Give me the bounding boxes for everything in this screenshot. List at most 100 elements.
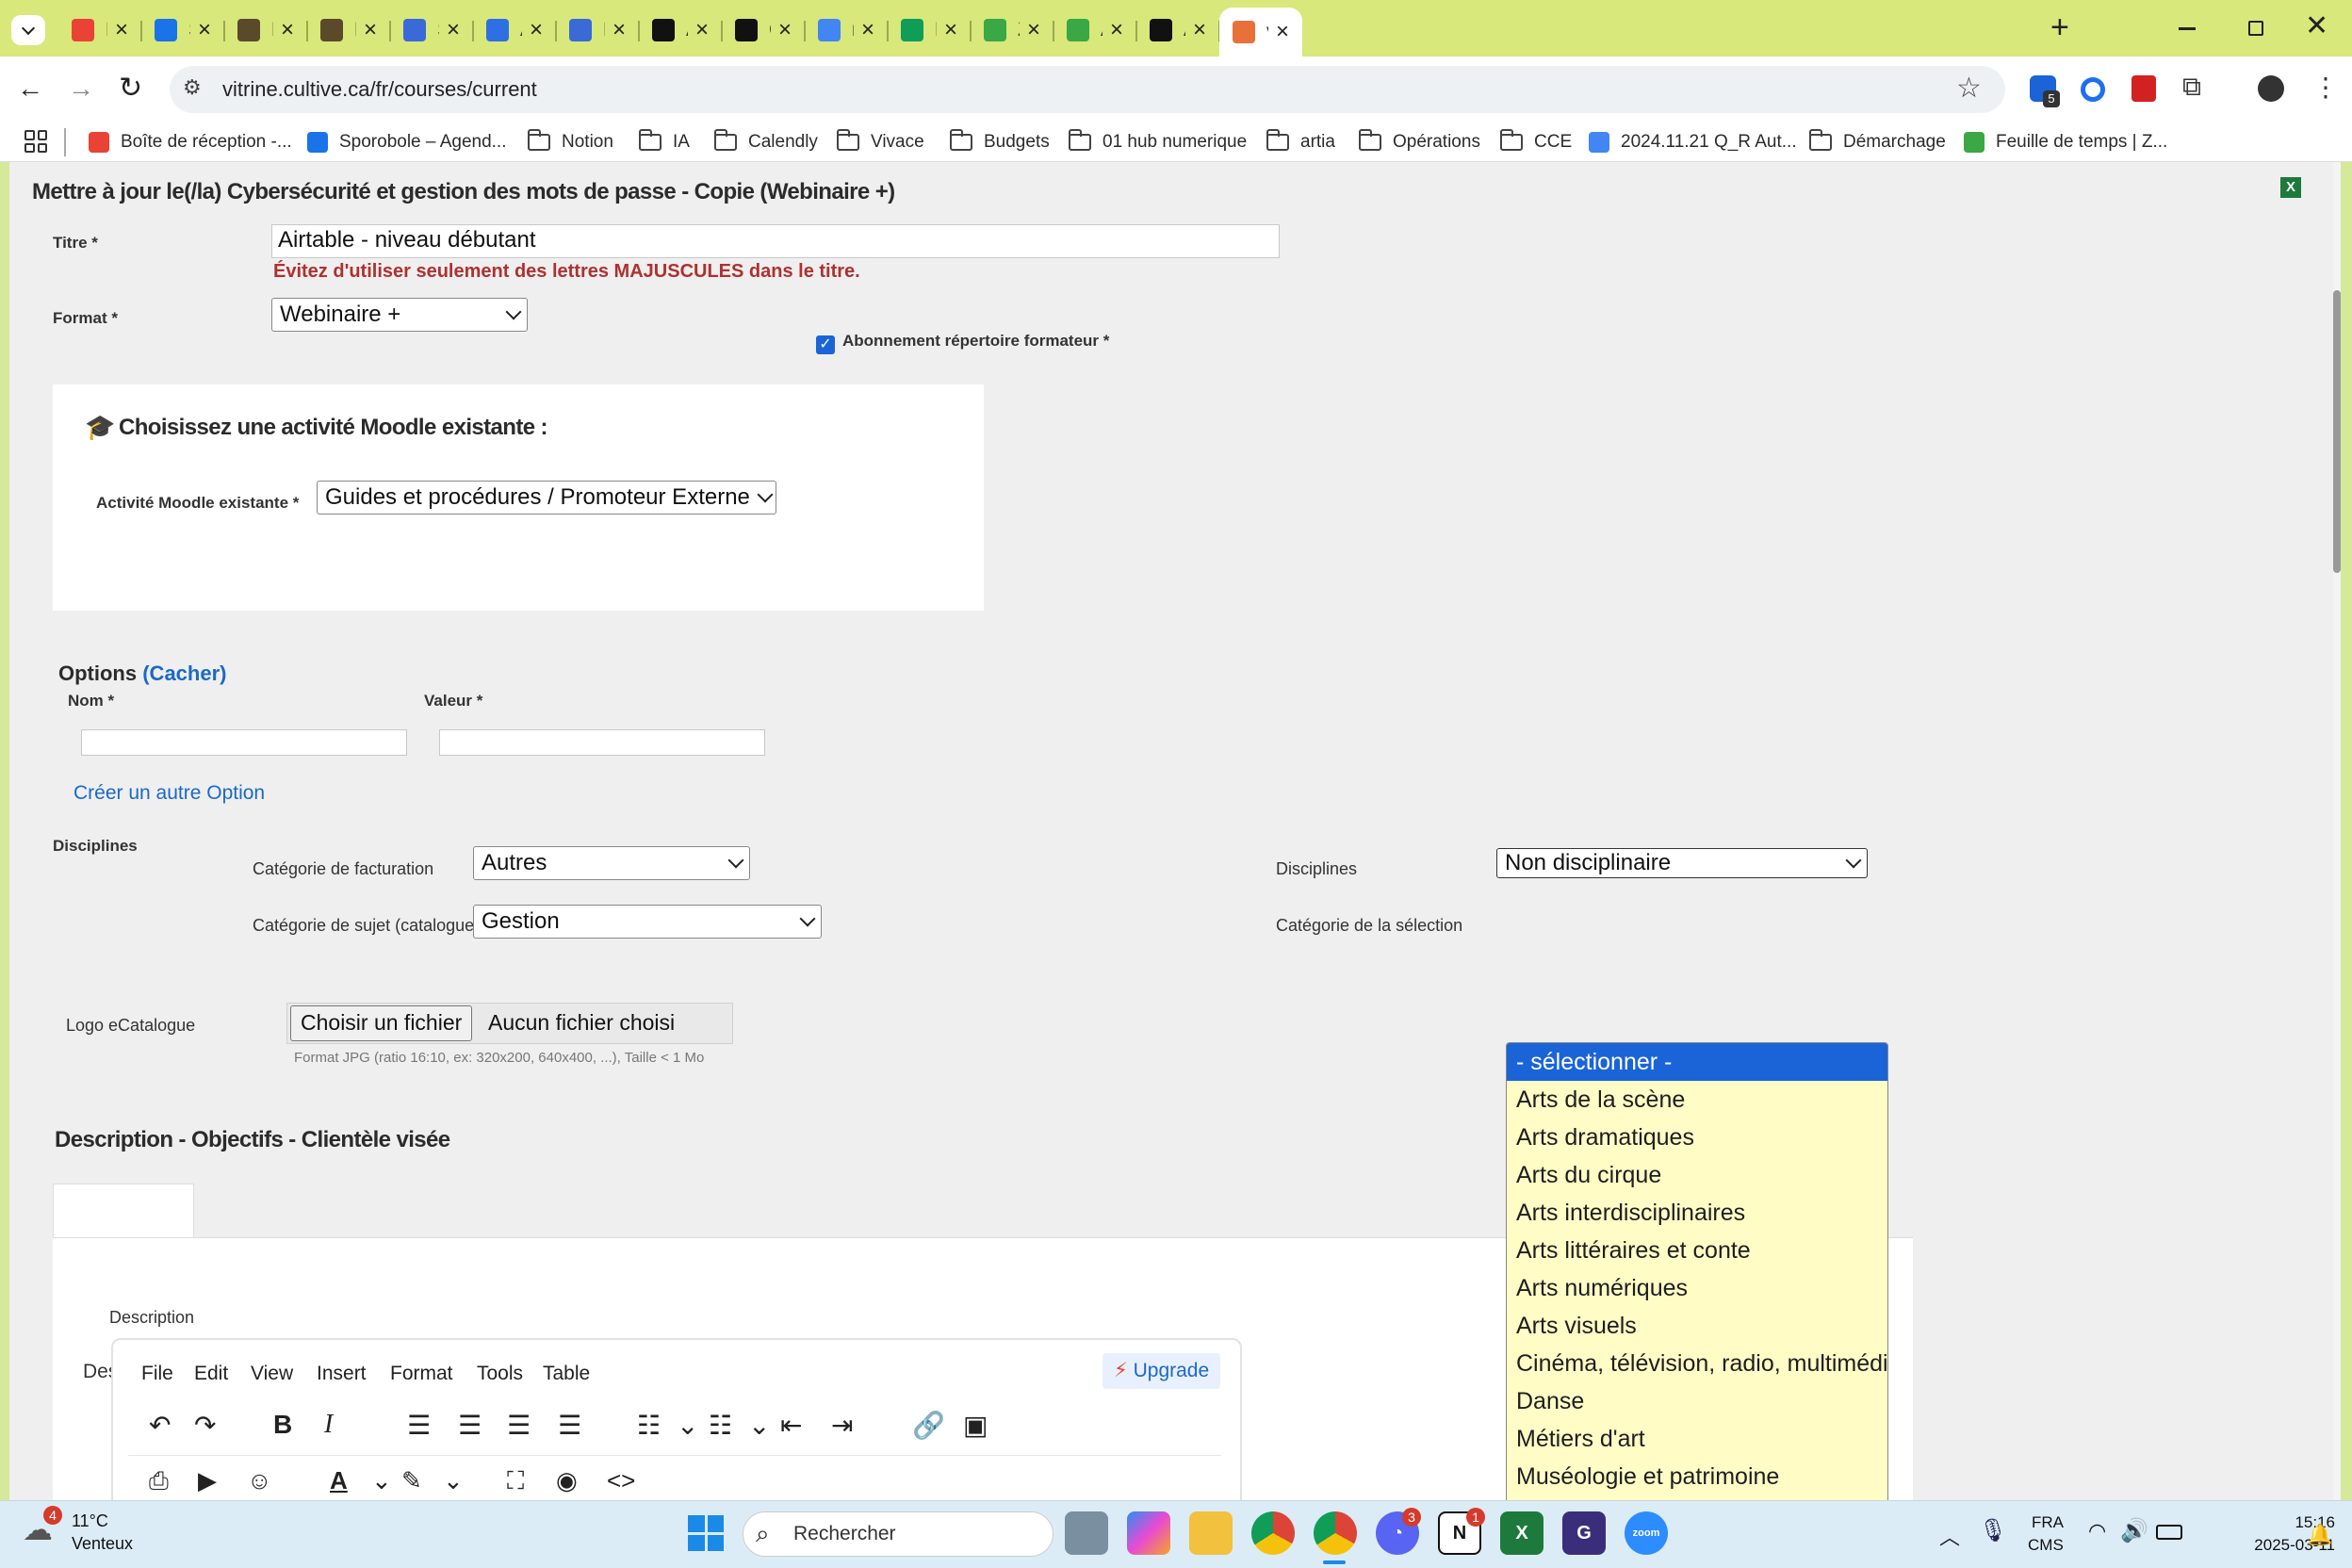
align-right-icon[interactable]: ☰ — [507, 1410, 531, 1441]
excel-icon[interactable]: X — [1500, 1511, 1544, 1555]
chrome-profile-icon[interactable] — [1314, 1511, 1357, 1555]
browser-tab[interactable]: Accu × — [639, 9, 722, 51]
sujet-select[interactable]: Gestion — [473, 905, 822, 939]
bookmark-item[interactable]: Boîte de réception -... — [89, 128, 292, 156]
bookmark-item[interactable]: artia — [1266, 128, 1335, 156]
tab-close-icon[interactable]: × — [612, 17, 626, 43]
media-icon[interactable]: ▶ — [198, 1466, 217, 1495]
tab-close-icon[interactable]: × — [281, 17, 294, 43]
restore-icon[interactable] — [2248, 21, 2263, 36]
input-language[interactable]: FRA — [2032, 1513, 2064, 1532]
redo-icon[interactable]: ↷ — [194, 1410, 216, 1441]
dropdown-option[interactable]: Cinéma, télévision, radio, multimédia — [1507, 1345, 1887, 1382]
bullet-list-icon[interactable]: ☷ — [637, 1410, 661, 1441]
browser-tab[interactable]: vitri × — [1219, 8, 1302, 57]
extension-icon-circle[interactable] — [2081, 77, 2105, 102]
browser-tab[interactable]: SPO × — [390, 9, 473, 51]
choose-file-button[interactable]: Choisir un fichier — [290, 1005, 473, 1041]
browser-tab[interactable]: Re: r × — [58, 9, 141, 51]
editor-menu-item[interactable]: Table — [543, 1363, 590, 1385]
dropdown-option[interactable]: Arts de la scène — [1507, 1081, 1887, 1119]
reload-icon[interactable]: ↻ — [119, 72, 142, 105]
link-icon[interactable]: 🔗 — [912, 1410, 945, 1441]
italic-icon[interactable]: I — [324, 1410, 333, 1440]
option-nom-input[interactable] — [81, 729, 407, 756]
align-center-icon[interactable]: ☰ — [458, 1410, 482, 1441]
bookmark-item[interactable]: Notion — [528, 128, 613, 156]
browser-tab[interactable]: Cyb × — [722, 9, 805, 51]
page-scrollbar-thumb[interactable] — [2333, 290, 2341, 573]
mic-icon[interactable]: 🎙 — [1979, 1517, 2007, 1544]
bookmark-item[interactable]: Sporobole – Agend... — [307, 128, 506, 156]
upgrade-button[interactable]: ⚡ Upgrade — [1102, 1353, 1221, 1389]
dropdown-option[interactable]: Métiers d'art — [1507, 1420, 1887, 1458]
browser-tab[interactable]: Bien × — [556, 9, 639, 51]
editor-menu-item[interactable]: Format — [390, 1363, 453, 1385]
browser-tab[interactable]: Accu × — [473, 9, 556, 51]
dropdown-option[interactable]: Arts interdisciplinaires — [1507, 1194, 1887, 1232]
browser-tab[interactable]: Nou × — [307, 9, 390, 51]
browser-tab[interactable]: Bud × — [888, 9, 971, 51]
dropdown-option[interactable]: Arts dramatiques — [1507, 1119, 1887, 1156]
dropdown-option[interactable]: Arts numériques — [1507, 1269, 1887, 1307]
abonnement-checkbox[interactable]: ✓ — [816, 335, 835, 354]
format-select[interactable]: Webinaire + — [271, 298, 528, 332]
back-icon[interactable]: ← — [17, 74, 43, 104]
browser-tab[interactable]: Spo × — [141, 9, 224, 51]
apps-grid-icon[interactable] — [24, 130, 47, 153]
disciplines-select[interactable]: Non disciplinaire — [1496, 848, 1868, 878]
editor-menu-item[interactable]: File — [141, 1363, 173, 1385]
site-info-icon[interactable]: ⚙ — [183, 75, 202, 100]
align-left-icon[interactable]: ☰ — [407, 1410, 431, 1441]
bookmark-item[interactable]: CCE — [1500, 128, 1572, 156]
browser-tab[interactable]: Ente × — [224, 9, 307, 51]
file-explorer-icon[interactable] — [1189, 1511, 1233, 1555]
battery-icon[interactable] — [2156, 1525, 2182, 1540]
tab-close-icon[interactable]: × — [530, 17, 543, 43]
zoom-icon[interactable]: zoom — [1625, 1511, 1668, 1555]
tab-close-icon[interactable]: × — [695, 17, 709, 43]
bold-icon[interactable]: B — [273, 1410, 292, 1440]
new-tab-button[interactable]: + — [2050, 9, 2069, 46]
notification-bell-icon[interactable]: 🔔 — [2307, 1523, 2332, 1547]
bookmark-item[interactable]: Feuille de temps | Z... — [1964, 128, 2167, 156]
tab-close-icon[interactable]: × — [1193, 17, 1206, 43]
url-text[interactable]: vitrine.cultive.ca/fr/courses/current — [222, 77, 537, 102]
editor-menu-item[interactable]: View — [251, 1363, 293, 1385]
dropdown-option[interactable]: Arts littéraires et conte — [1507, 1232, 1887, 1269]
taskbar-search[interactable] — [743, 1511, 1054, 1557]
tab-close-icon[interactable]: × — [447, 17, 460, 43]
undo-icon[interactable]: ↶ — [149, 1410, 171, 1441]
task-view-icon[interactable] — [1065, 1511, 1108, 1555]
puzzle-extensions-icon[interactable]: ⧉ — [2182, 72, 2201, 103]
chevron-down-icon[interactable]: ⌄ — [371, 1466, 392, 1495]
browser-tab[interactable]: Airt × — [1054, 9, 1136, 51]
bookmark-item[interactable]: 2024.11.21 Q_R Aut... — [1589, 128, 1797, 156]
numbered-list-icon[interactable]: ☷ — [709, 1410, 732, 1441]
dropdown-option[interactable]: Arts visuels — [1507, 1307, 1887, 1345]
tab-close-icon[interactable]: × — [1276, 19, 1289, 45]
close-window-icon[interactable]: ✕ — [2305, 9, 2328, 42]
moodle-select[interactable]: Guides et procédures / Promoteur Externe — [317, 481, 776, 514]
print-icon[interactable]: ⎙ — [149, 1466, 169, 1496]
copilot-icon[interactable] — [1127, 1511, 1170, 1555]
justify-icon[interactable]: ☰ — [558, 1410, 581, 1441]
preview-icon[interactable]: ◉ — [556, 1466, 578, 1495]
indent-icon[interactable]: ⇥ — [831, 1410, 853, 1441]
bookmark-item[interactable]: Calendly — [714, 128, 818, 156]
volume-icon[interactable]: 🔊 — [2120, 1517, 2148, 1544]
editor-menu-item[interactable]: Insert — [317, 1363, 367, 1385]
chevron-down-icon[interactable]: ⌄ — [748, 1410, 770, 1441]
options-toggle-link[interactable]: (Cacher) — [142, 662, 226, 685]
emoji-icon[interactable]: ☺ — [247, 1466, 272, 1495]
text-color-icon[interactable]: A — [330, 1466, 348, 1495]
excel-export-icon[interactable]: X — [2280, 177, 2301, 198]
bookmark-star-icon[interactable]: ☆ — [1956, 72, 1982, 105]
tab-close-icon[interactable]: × — [115, 17, 128, 43]
bookmark-item[interactable]: Démarchage — [1809, 128, 1946, 156]
browser-tab[interactable]: Airt × — [1136, 9, 1219, 51]
tab-close-icon[interactable]: × — [778, 17, 792, 43]
browser-tab[interactable]: Zeff × — [971, 9, 1054, 51]
wifi-icon[interactable]: ◠ — [2088, 1519, 2106, 1544]
dropdown-option[interactable]: Muséologie et patrimoine — [1507, 1458, 1887, 1495]
